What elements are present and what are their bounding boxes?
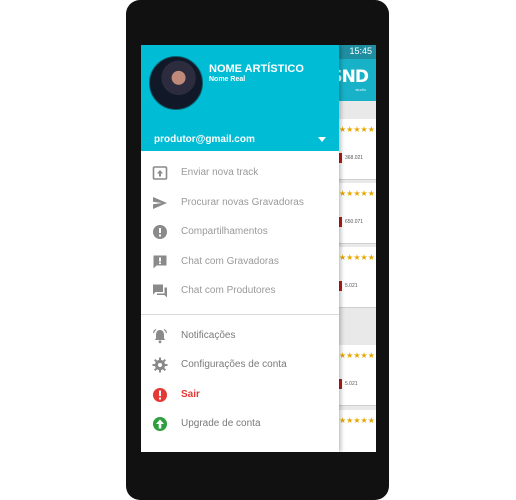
rating-stars: ★★★★★ bbox=[339, 416, 375, 425]
real-name: Nome Real bbox=[209, 76, 246, 83]
menu-item-label: Notificações bbox=[181, 330, 236, 341]
status-time: 15:45 bbox=[349, 46, 372, 56]
artist-name: NOME ARTÍSTICO bbox=[209, 63, 304, 75]
avatar[interactable] bbox=[149, 56, 203, 110]
list-item[interactable]: ★★★★★ bbox=[339, 410, 376, 452]
play-count: 368.021 bbox=[345, 155, 364, 161]
screen: 15:45 SND studio ★★★★★ 368.021 ★★★★★ 650… bbox=[141, 45, 376, 452]
menu-item-label: Configurações de conta bbox=[181, 359, 287, 370]
info-circle-icon bbox=[153, 225, 167, 239]
flag-icon bbox=[339, 217, 342, 227]
flag-icon bbox=[339, 281, 342, 291]
menu-item-procurar-gravadoras[interactable]: Procurar novas Gravadoras bbox=[141, 191, 339, 217]
list-item[interactable]: ★★★★★ 5.021 bbox=[339, 345, 376, 406]
upload-icon bbox=[152, 166, 168, 180]
drawer-header: NOME ARTÍSTICO Nome Real produtor@gmail.… bbox=[141, 45, 339, 151]
bell-icon bbox=[152, 328, 168, 344]
menu-item-label: Chat com Gravadoras bbox=[181, 256, 279, 267]
account-email[interactable]: produtor@gmail.com bbox=[154, 134, 255, 145]
alert-circle-icon bbox=[153, 388, 167, 402]
menu-divider bbox=[141, 314, 339, 315]
navigation-drawer: NOME ARTÍSTICO Nome Real produtor@gmail.… bbox=[141, 45, 339, 452]
play-count: 5.021 bbox=[345, 283, 358, 289]
menu-item-label: Chat com Produtores bbox=[181, 285, 276, 296]
arrow-up-circle-icon bbox=[153, 417, 167, 431]
menu-item-compartilhamentos[interactable]: Compartilhamentos bbox=[141, 220, 339, 246]
chat-alert-icon bbox=[153, 255, 167, 269]
menu-item-chat-produtores[interactable]: Chat com Produtores bbox=[141, 279, 339, 305]
menu-item-sair[interactable]: Sair bbox=[141, 383, 339, 409]
menu-item-label: Enviar nova track bbox=[181, 167, 259, 178]
chevron-down-icon[interactable] bbox=[318, 137, 326, 142]
rating-stars: ★★★★★ bbox=[339, 351, 375, 360]
forum-icon bbox=[153, 284, 167, 298]
menu-item-configuracoes[interactable]: Configurações de conta bbox=[141, 353, 339, 379]
menu-item-enviar-track[interactable]: Enviar nova track bbox=[141, 161, 339, 187]
flag-icon bbox=[339, 153, 342, 163]
play-count: 650.071 bbox=[345, 219, 364, 225]
menu-item-notificacoes[interactable]: Notificações bbox=[141, 324, 339, 350]
brand-subtitle: studio bbox=[355, 87, 366, 92]
gear-icon bbox=[152, 357, 168, 373]
menu-item-label: Sair bbox=[181, 389, 200, 400]
list-item[interactable]: ★★★★★ 368.021 bbox=[339, 119, 376, 180]
menu-item-label: Compartilhamentos bbox=[181, 226, 268, 237]
menu-item-upgrade[interactable]: Upgrade de conta bbox=[141, 412, 339, 438]
rating-stars: ★★★★★ bbox=[339, 253, 375, 262]
list-item[interactable]: ★★★★★ 650.071 bbox=[339, 183, 376, 244]
list-item[interactable]: ★★★★★ 5.021 bbox=[339, 247, 376, 308]
menu-item-label: Upgrade de conta bbox=[181, 418, 261, 429]
play-count: 5.021 bbox=[345, 381, 358, 387]
rating-stars: ★★★★★ bbox=[339, 125, 375, 134]
menu-item-label: Procurar novas Gravadoras bbox=[181, 197, 304, 208]
flag-icon bbox=[339, 379, 342, 389]
menu-item-chat-gravadoras[interactable]: Chat com Gravadoras bbox=[141, 250, 339, 276]
send-icon bbox=[153, 197, 167, 209]
rating-stars: ★★★★★ bbox=[339, 189, 375, 198]
